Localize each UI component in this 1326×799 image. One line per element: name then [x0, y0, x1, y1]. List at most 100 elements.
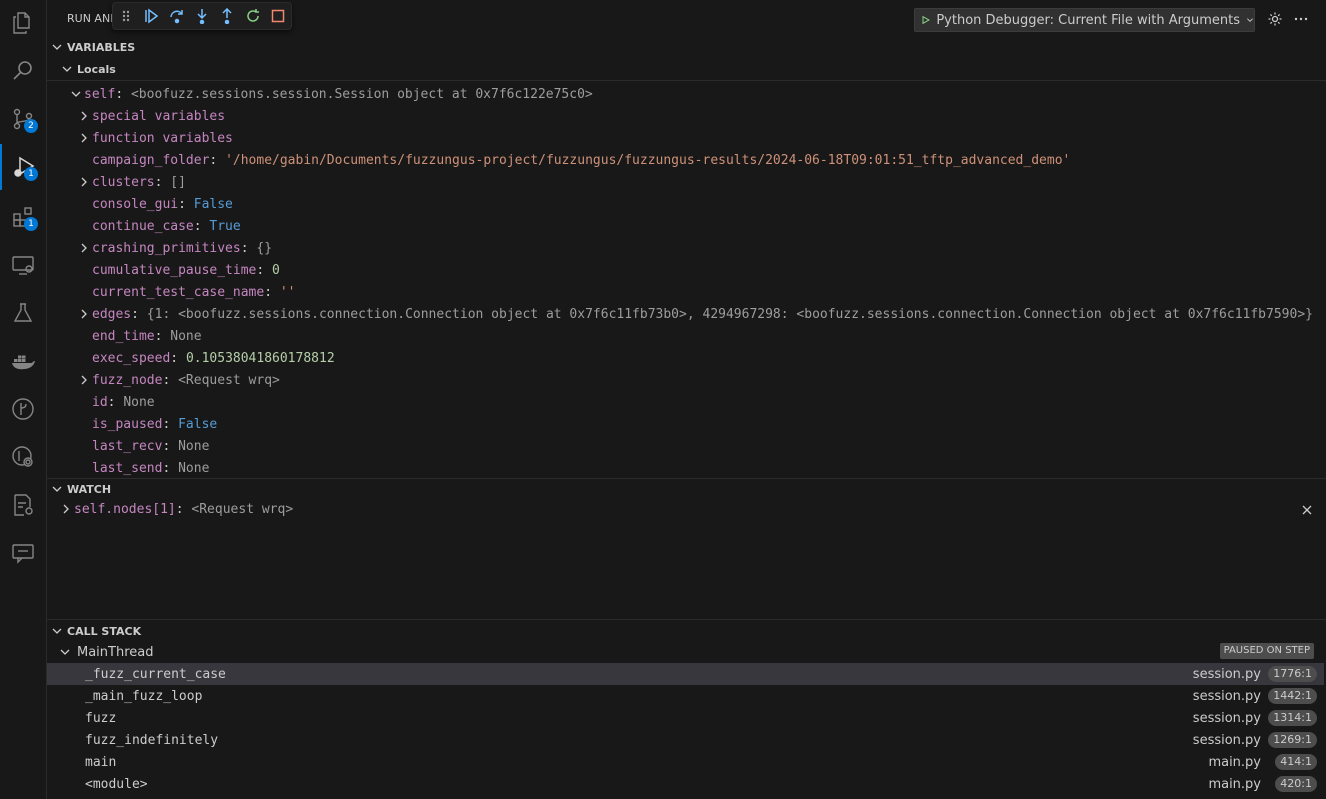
variable-row[interactable]: crashing_primitives: {} [47, 237, 1326, 259]
stack-frame[interactable]: _fuzz_current_case session.py 1776:1 [47, 663, 1324, 685]
restart-button[interactable] [240, 3, 265, 29]
watch-expression[interactable]: self.nodes[1]: <Request wrq> [47, 498, 1326, 520]
stack-frame-line: 414:1 [1275, 754, 1317, 770]
locals-title: Locals [77, 62, 116, 76]
grip-icon [122, 10, 129, 22]
stack-frame-file: main.py [1208, 776, 1261, 792]
stack-frame[interactable]: _main_fuzz_loop session.py 1442:1 [47, 685, 1324, 707]
stack-frame-file: session.py [1192, 732, 1261, 748]
variables-section-header[interactable]: VARIABLES [47, 36, 1326, 58]
docker-button[interactable] [0, 338, 46, 384]
status-badge: PAUSED ON STEP [1219, 643, 1314, 659]
variable-row[interactable]: last_send: None [47, 457, 1326, 479]
variable-row[interactable]: function variables [47, 127, 1326, 149]
variable-row[interactable]: is_paused: False [47, 413, 1326, 435]
run-debug-badge: 1 [24, 167, 38, 181]
step-into-button[interactable] [189, 3, 214, 29]
docker-icon [12, 355, 35, 370]
comments-icon [12, 544, 34, 564]
run-debug-button[interactable]: 1 [0, 144, 46, 190]
variable-name: is_paused [92, 416, 163, 432]
variable-name: function variables [92, 130, 233, 146]
remote-explorer-button[interactable] [0, 242, 46, 288]
stack-frame[interactable]: fuzz_indefinitely session.py 1269:1 [47, 729, 1324, 751]
variable-row[interactable]: special variables [47, 105, 1326, 127]
continue-icon [145, 8, 159, 24]
watch-expression-name: self.nodes[1] [74, 501, 176, 517]
stack-frame[interactable]: main main.py 414:1 [47, 751, 1324, 773]
chevron-right-icon [81, 375, 87, 385]
drag-handle[interactable] [113, 3, 138, 29]
step-into-icon [197, 9, 207, 24]
chevron-right-icon [81, 133, 87, 143]
settings-sync-button[interactable] [0, 482, 46, 528]
variables-title: VARIABLES [67, 40, 136, 54]
chevron-right-icon [63, 504, 69, 514]
variable-value: True [209, 218, 241, 234]
watch-section-header[interactable]: WATCH [47, 478, 1326, 500]
debug-toolbar[interactable] [112, 2, 292, 30]
launch-config-label: Python Debugger: Current File with Argum… [936, 12, 1240, 28]
git-graph-icon [12, 398, 34, 420]
close-icon [1302, 505, 1312, 515]
stack-frame-name: fuzz_indefinitely [85, 732, 219, 748]
variable-self[interactable]: self: <boofuzz.sessions.session.Session … [47, 83, 1326, 105]
step-out-icon [222, 8, 232, 24]
git-lens-button[interactable] [0, 434, 46, 480]
stack-frame-name: fuzz [85, 710, 117, 726]
variable-name: id [92, 394, 108, 410]
variable-row[interactable]: continue_case: True [47, 215, 1326, 237]
search-icon [13, 61, 32, 80]
variable-value: None [170, 328, 202, 344]
stop-icon [271, 9, 285, 23]
continue-button[interactable] [138, 3, 163, 29]
variable-row[interactable]: campaign_folder: '/home/gabin/Documents/… [47, 149, 1326, 171]
start-debugging-icon[interactable] [921, 13, 931, 27]
call-stack-section-header[interactable]: CALL STACK [47, 620, 1326, 642]
testing-button[interactable] [0, 290, 46, 336]
variable-row[interactable]: last_recv: None [47, 435, 1326, 457]
stop-button[interactable] [266, 3, 291, 29]
more-actions-button[interactable] [1291, 9, 1311, 29]
launch-config-select[interactable]: Python Debugger: Current File with Argum… [914, 8, 1255, 32]
comments-button[interactable] [0, 530, 46, 576]
step-over-button[interactable] [164, 3, 189, 29]
thread-row[interactable]: MainThread [47, 641, 1326, 663]
remove-watch-button[interactable] [1297, 500, 1317, 520]
variable-row[interactable]: current_test_case_name: '' [47, 281, 1326, 303]
variable-row[interactable]: exec_speed: 0.10538041860178812 [47, 347, 1326, 369]
variable-value: '' [279, 284, 296, 300]
step-out-button[interactable] [215, 3, 240, 29]
stack-frame-line: 1269:1 [1268, 732, 1317, 748]
ellipsis-icon [1294, 17, 1308, 21]
extensions-badge: 1 [24, 217, 38, 231]
variable-row[interactable]: console_gui: False [47, 193, 1326, 215]
watch-expression-value: <Request wrq> [191, 501, 294, 517]
remote-explorer-icon [12, 256, 34, 275]
explorer-button[interactable] [0, 0, 46, 46]
variable-row[interactable]: clusters: [] [47, 171, 1326, 193]
chevron-right-icon [81, 243, 87, 253]
variable-row[interactable]: end_time: None [47, 325, 1326, 347]
variable-row[interactable]: edges: {1: <boofuzz.sessions.connection.… [47, 303, 1326, 325]
source-control-button[interactable]: 2 [0, 96, 46, 142]
stack-frame[interactable]: <module> main.py 420:1 [47, 773, 1324, 795]
variable-row[interactable]: fuzz_node: <Request wrq> [47, 369, 1326, 391]
variable-row[interactable]: id: None [47, 391, 1326, 413]
variable-name: continue_case [92, 218, 194, 234]
stack-frame[interactable]: fuzz session.py 1314:1 [47, 707, 1324, 729]
variable-value: False [178, 416, 218, 432]
variable-row[interactable]: cumulative_pause_time: 0 [47, 259, 1326, 281]
variable-name: end_time [92, 328, 155, 344]
open-launch-json-button[interactable] [1265, 9, 1285, 29]
variable-name: last_send [92, 460, 163, 476]
sidebar-title-bar: RUN AND Python Debugger: Current File wi… [47, 0, 1326, 36]
variable-value: False [193, 196, 233, 212]
search-button[interactable] [0, 48, 46, 94]
git-graph-button[interactable] [0, 386, 46, 432]
variable-value: None [123, 394, 155, 410]
variable-name: campaign_folder [92, 152, 210, 168]
locals-scope[interactable]: Locals [47, 58, 1326, 80]
extensions-button[interactable]: 1 [0, 194, 46, 240]
step-over-icon [169, 10, 183, 24]
